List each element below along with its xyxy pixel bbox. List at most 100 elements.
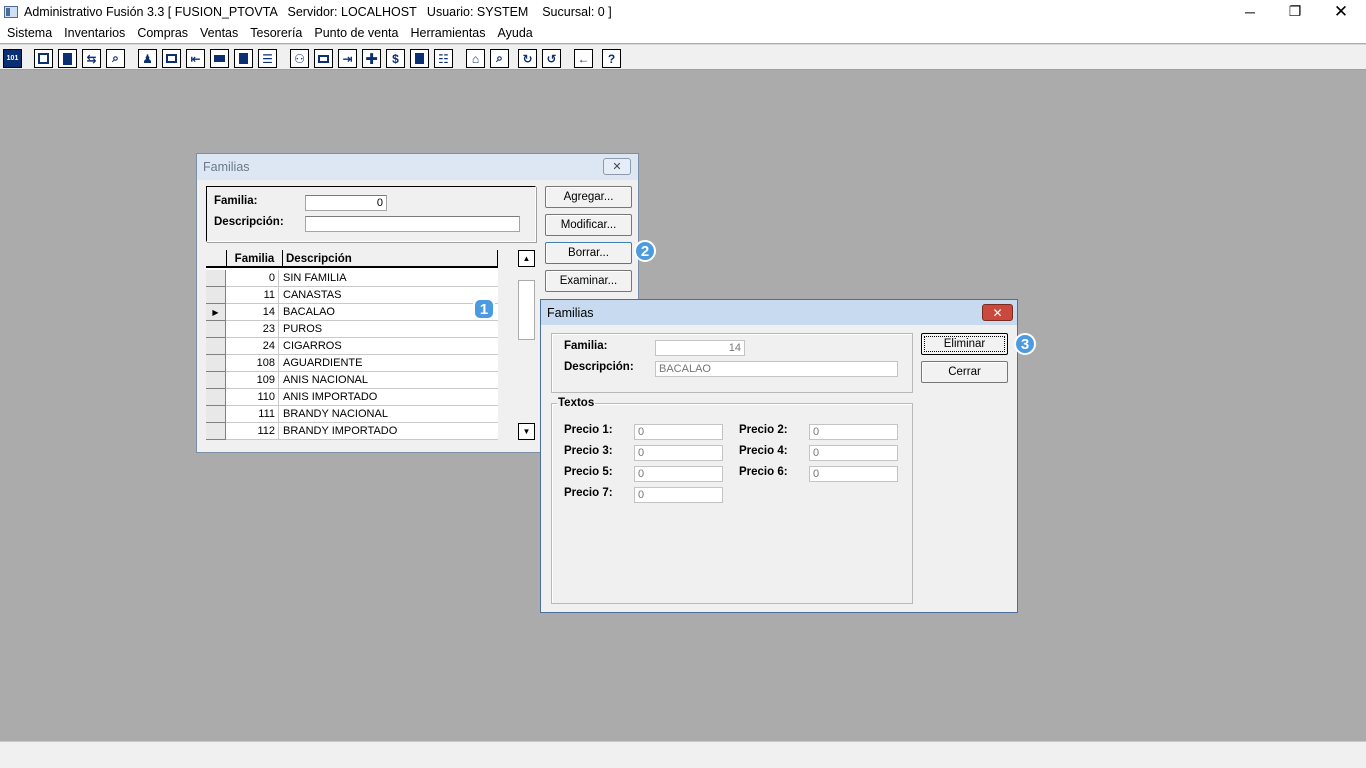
swap-icon[interactable]: ⇆	[82, 49, 101, 68]
borrar-button[interactable]: Borrar...	[545, 242, 632, 264]
precio-3-label: Precio 3:	[564, 445, 613, 457]
cell-descripcion: PUROS	[283, 323, 323, 335]
familias-grid: Familia Descripción 0 SIN FAMILIA 11 CANAST…	[206, 250, 498, 440]
cell-descripcion: CIGARROS	[283, 340, 342, 352]
list-icon[interactable]: ☰	[258, 49, 277, 68]
close-icon[interactable]: ✕	[603, 158, 631, 175]
dialog-title: Familias	[547, 305, 594, 320]
copy-icon[interactable]	[34, 49, 53, 68]
familia-label: Familia:	[214, 195, 258, 207]
menu-punto-de-venta[interactable]: Punto de venta	[308, 23, 404, 43]
refresh-icon[interactable]: ↻	[518, 49, 537, 68]
cell-familia: 24	[227, 338, 279, 355]
scroll-up-icon[interactable]: ▲	[518, 250, 535, 267]
column-header-familia[interactable]: Familia	[227, 250, 283, 268]
close-button[interactable]: ✕	[1318, 0, 1364, 23]
numeric-icon[interactable]: 101	[3, 49, 22, 68]
table-row[interactable]: ▶ 14 BACALAO	[206, 304, 498, 321]
grid-scrollbar[interactable]: ▲ ▼	[518, 250, 535, 440]
menu-sistema[interactable]: Sistema	[1, 23, 58, 43]
familias-detail-dialog: Familias ✕ Familia: 14 Descripción: BACA…	[540, 299, 1018, 613]
table-row[interactable]: 24 CIGARROS	[206, 338, 498, 355]
status-bar	[0, 741, 1366, 768]
cell-familia: 112	[227, 423, 279, 440]
cell-familia: 11	[227, 287, 279, 304]
report-icon[interactable]	[410, 49, 429, 68]
row-selector[interactable]	[206, 287, 226, 304]
cell-familia: 110	[227, 389, 279, 406]
menu-tesoreria[interactable]: Tesorería	[244, 23, 308, 43]
dollar-icon[interactable]: $	[386, 49, 405, 68]
table-row[interactable]: 0 SIN FAMILIA	[206, 270, 498, 287]
precio-2-field: 0	[809, 424, 898, 440]
eliminar-button[interactable]: Eliminar	[921, 333, 1008, 355]
table-row[interactable]: 109 ANIS NACIONAL	[206, 372, 498, 389]
print-icon[interactable]	[210, 49, 229, 68]
examinar-button[interactable]: Examinar...	[545, 270, 632, 292]
undo-icon[interactable]: ↺	[542, 49, 561, 68]
row-selector[interactable]	[206, 389, 226, 406]
cell-familia: 0	[227, 270, 279, 287]
folder-icon[interactable]	[162, 49, 181, 68]
menu-compras[interactable]: Compras	[131, 23, 194, 43]
row-selector[interactable]	[206, 423, 226, 440]
textos-legend: Textos	[557, 397, 596, 409]
table-row[interactable]: 110 ANIS IMPORTADO	[206, 389, 498, 406]
precio-7-label: Precio 7:	[564, 487, 613, 499]
import-icon[interactable]: ⇤	[186, 49, 205, 68]
menu-herramientas[interactable]: Herramientas	[404, 23, 491, 43]
card-icon[interactable]	[314, 49, 333, 68]
row-selector[interactable]	[206, 270, 226, 287]
cell-descripcion: CANASTAS	[283, 289, 342, 301]
row-selector[interactable]	[206, 338, 226, 355]
cerrar-button[interactable]: Cerrar	[921, 361, 1008, 383]
descripcion-label: Descripción:	[214, 216, 284, 228]
add-icon[interactable]: ✚	[362, 49, 381, 68]
clipboard-icon[interactable]	[58, 49, 77, 68]
descripcion-input[interactable]	[305, 216, 520, 232]
home-icon[interactable]: ⌂	[466, 49, 485, 68]
export-icon[interactable]: ⇥	[338, 49, 357, 68]
precio-6-field: 0	[809, 466, 898, 482]
dialog-title: Familias	[203, 160, 250, 174]
scroll-thumb[interactable]	[518, 280, 535, 340]
descripcion-label: Descripción:	[564, 361, 634, 373]
familia-input[interactable]: 0	[305, 195, 387, 211]
app-icon	[4, 5, 18, 18]
cell-descripcion: BRANDY NACIONAL	[283, 408, 388, 420]
people-icon[interactable]: ⚇	[290, 49, 309, 68]
table-row[interactable]: 111 BRANDY NACIONAL	[206, 406, 498, 423]
table-icon[interactable]: ☷	[434, 49, 453, 68]
document-icon[interactable]	[234, 49, 253, 68]
restore-button[interactable]: ❐	[1272, 0, 1318, 23]
menu-inventarios[interactable]: Inventarios	[58, 23, 131, 43]
table-row[interactable]: 23 PUROS	[206, 321, 498, 338]
back-icon[interactable]: ←	[574, 49, 593, 68]
row-selector[interactable]	[206, 355, 226, 372]
modificar-button[interactable]: Modificar...	[545, 214, 632, 236]
precio-7-field: 0	[634, 487, 723, 503]
minimize-button[interactable]: ─	[1227, 0, 1273, 23]
row-selector[interactable]	[206, 406, 226, 423]
table-row[interactable]: 108 AGUARDIENTE	[206, 355, 498, 372]
step-badge-2: 2	[634, 240, 656, 262]
row-selector[interactable]: ▶	[206, 304, 226, 321]
precio-4-label: Precio 4:	[739, 445, 788, 457]
help-icon[interactable]: ?	[602, 49, 621, 68]
user-icon[interactable]: ♟	[138, 49, 157, 68]
row-selector[interactable]	[206, 321, 226, 338]
scroll-down-icon[interactable]: ▼	[518, 423, 535, 440]
zoom-icon[interactable]: ⌕	[106, 49, 125, 68]
step-badge-1: 1	[473, 298, 495, 320]
menu-ayuda[interactable]: Ayuda	[492, 23, 539, 43]
grid-header: Familia Descripción	[206, 250, 498, 268]
cell-familia: 14	[227, 304, 279, 321]
search-icon[interactable]: ⌕	[490, 49, 509, 68]
row-selector[interactable]	[206, 372, 226, 389]
table-row[interactable]: 11 CANASTAS	[206, 287, 498, 304]
column-header-descripcion[interactable]: Descripción	[283, 250, 498, 268]
agregar-button[interactable]: Agregar...	[545, 186, 632, 208]
close-icon[interactable]: ✕	[982, 304, 1013, 321]
menu-ventas[interactable]: Ventas	[194, 23, 244, 43]
table-row[interactable]: 112 BRANDY IMPORTADO	[206, 423, 498, 440]
